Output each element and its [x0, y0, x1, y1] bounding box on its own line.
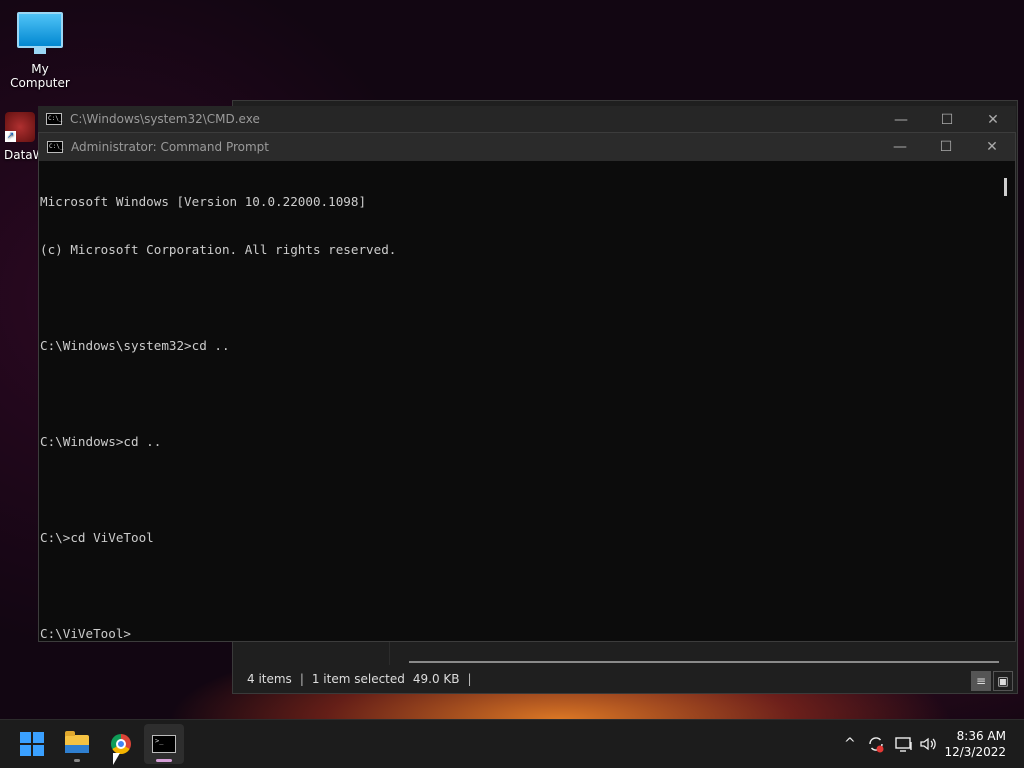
console-line: C:\Windows\system32>cd .. [40, 338, 230, 353]
tray-network-button[interactable] [894, 720, 914, 768]
clock-date: 12/3/2022 [944, 745, 1006, 759]
status-divider: | [467, 672, 472, 686]
cmd-app-icon: C:\_ [47, 141, 63, 153]
console-output[interactable]: Microsoft Windows [Version 10.0.22000.10… [40, 162, 997, 641]
command-prompt-icon: >_ [152, 735, 176, 753]
sync-alert-icon [869, 737, 884, 753]
taskbar-file-explorer[interactable] [57, 724, 97, 764]
close-button[interactable]: ✕ [970, 106, 1016, 134]
console-line: (c) Microsoft Corporation. All rights re… [40, 242, 397, 257]
tray-overflow-button[interactable]: ^ [844, 720, 860, 768]
command-prompt-window: C:\_ Administrator: Command Prompt — ☐ ✕… [38, 132, 1016, 642]
status-size: 49.0 KB [412, 672, 460, 686]
desktop-icon-my-computer[interactable]: My Computer [0, 12, 80, 90]
status-selected: 1 item selected [311, 672, 405, 686]
large-icons-view-button[interactable]: ▣ [993, 671, 1013, 691]
taskbar-command-prompt[interactable]: >_ [144, 724, 184, 764]
large-icons-view-icon: ▣ [997, 674, 1009, 688]
maximize-icon: ☐ [940, 112, 954, 128]
minimize-icon: — [894, 112, 908, 128]
vertical-scrollbar[interactable] [997, 162, 1015, 641]
details-view-icon: ≡ [975, 674, 987, 688]
pane-divider [389, 641, 390, 665]
cmd-app-icon: C:\_ [46, 113, 62, 125]
console-prompt-line[interactable]: C:\ViVeTool> [40, 626, 997, 641]
tray-sync-button[interactable] [866, 720, 886, 768]
close-icon: ✕ [986, 139, 998, 155]
desktop-icon-label: My Computer [10, 62, 70, 90]
volume-icon [920, 737, 936, 751]
mouse-pointer-icon [113, 753, 120, 765]
horizontal-scrollbar[interactable] [409, 661, 999, 663]
shortcut-arrow-icon: ↗ [5, 131, 16, 142]
console-line: C:\Windows>cd .. [40, 434, 162, 449]
console-line: Microsoft Windows [Version 10.0.22000.10… [40, 194, 367, 209]
tray-volume-button[interactable] [918, 720, 938, 768]
active-indicator [156, 759, 172, 762]
close-icon: ✕ [987, 112, 999, 128]
maximize-button[interactable]: ☐ [924, 106, 970, 134]
details-view-button[interactable]: ≡ [971, 671, 991, 691]
status-bar: 4 items | 1 item selected 49.0 KB | [233, 665, 1017, 693]
dataw-icon: ↗ [5, 112, 35, 142]
close-button[interactable]: ✕ [969, 133, 1015, 161]
minimize-icon: — [893, 139, 907, 155]
network-icon [895, 737, 912, 752]
minimize-button[interactable]: — [878, 106, 924, 134]
status-item-count: 4 items [247, 672, 292, 686]
maximize-icon: ☐ [939, 139, 953, 155]
maximize-button[interactable]: ☐ [923, 133, 969, 161]
running-indicator [74, 759, 80, 762]
file-explorer-icon [65, 731, 89, 753]
command-prompt-titlebar[interactable]: C:\_ Administrator: Command Prompt — ☐ ✕ [39, 133, 1015, 161]
chrome-icon [111, 734, 131, 754]
chevron-up-icon: ^ [844, 736, 856, 752]
cmd-window-titlebar[interactable]: C:\_ C:\Windows\system32\CMD.exe — ☐ ✕ [38, 106, 1016, 132]
taskbar-clock[interactable]: 8:36 AM 12/3/2022 [944, 728, 1006, 760]
monitor-icon [17, 12, 63, 54]
windows-start-icon [20, 732, 44, 756]
scrollbar-thumb[interactable] [1004, 178, 1007, 196]
clock-time: 8:36 AM [956, 729, 1006, 743]
taskbar-chrome[interactable] [101, 724, 141, 764]
taskbar: >_ ^ 8:36 AM 12/3/2022 [0, 719, 1024, 768]
status-divider: | [299, 672, 304, 686]
minimize-button[interactable]: — [877, 133, 923, 161]
window-title: Administrator: Command Prompt [71, 140, 269, 154]
start-button[interactable] [12, 724, 52, 764]
window-title: C:\Windows\system32\CMD.exe [70, 112, 260, 126]
console-line: C:\>cd ViVeTool [40, 530, 154, 545]
